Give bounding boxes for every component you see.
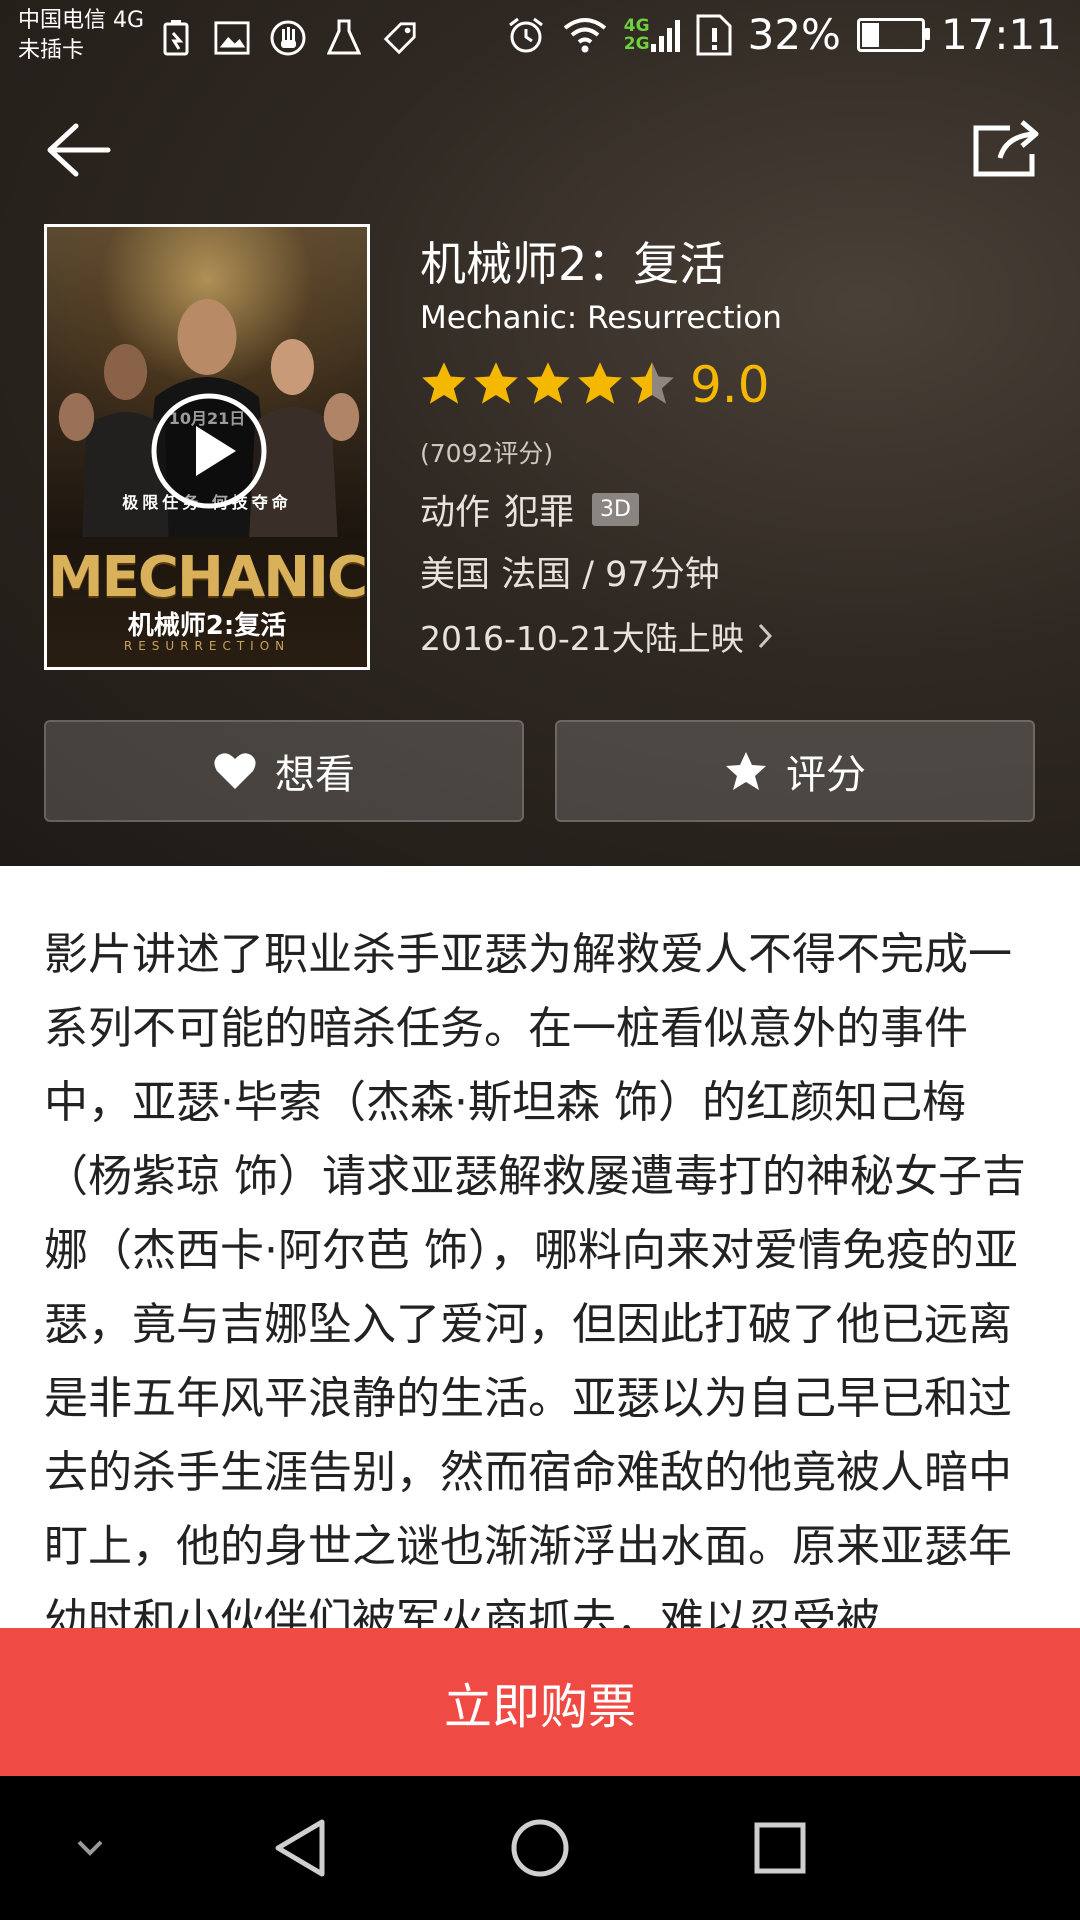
- carrier-info: 中国电信 4G 未插卡: [18, 6, 144, 66]
- chevron-down-icon: [77, 1840, 103, 1856]
- image-icon: [214, 18, 250, 58]
- movie-title-en: Mechanic: Resurrection: [420, 300, 782, 336]
- battery-icon: [856, 17, 930, 52]
- battery-saver-icon: [158, 18, 194, 58]
- recents-square-icon: [754, 1822, 806, 1874]
- rating-stars: [420, 360, 676, 406]
- poster-subtitle: 机械师2:复活: [127, 611, 287, 641]
- wifi-icon: [563, 17, 607, 52]
- notification-icons: [158, 18, 418, 58]
- share-icon: [973, 120, 1039, 177]
- back-button[interactable]: [44, 118, 114, 182]
- genre-tag: 犯罪: [504, 493, 575, 533]
- alarm-icon: [508, 17, 543, 52]
- share-button[interactable]: [970, 118, 1042, 182]
- want-to-watch-label: 想看: [275, 752, 355, 798]
- rating-star-icon: [422, 362, 466, 404]
- battery-percent: 32%: [747, 10, 841, 59]
- rating-star-icon: [578, 362, 622, 404]
- heart-icon: [214, 753, 256, 789]
- tag-icon: [382, 18, 418, 58]
- nav-recents-button[interactable]: [720, 1776, 840, 1920]
- poster-title: MECHANIC: [47, 545, 367, 610]
- rate-label: 评分: [786, 752, 866, 798]
- carrier-name: 中国电信 4G: [18, 8, 145, 33]
- buy-ticket-button[interactable]: 立即购票: [0, 1628, 1080, 1776]
- status-bar: 中国电信 4G 未插卡 4G 2G 32% 17:11: [0, 0, 1080, 80]
- play-icon: [151, 393, 267, 509]
- clock: 17:11: [940, 10, 1062, 59]
- status-indicators: 4G 2G 32% 17:11: [506, 10, 1062, 59]
- poster-resurrection: RESURRECTION: [123, 639, 291, 653]
- chevron-right-icon: [758, 623, 772, 649]
- rating-score: 9.0: [690, 356, 770, 414]
- nav-hide-button[interactable]: [30, 1776, 150, 1920]
- system-nav-bar: [0, 1776, 1080, 1920]
- movie-header: 中国电信 4G 未插卡 4G 2G 32% 17:11 极限任务 何技夺命 ME…: [0, 0, 1080, 866]
- rating-count: (7092评分): [420, 439, 554, 468]
- movie-synopsis: 影片讲述了职业杀手亚瑟为解救爱人不得不完成一系列不可能的暗杀任务。在一桩看似意外…: [44, 929, 1026, 1628]
- flask-icon: [326, 18, 362, 58]
- nav-back-icon: [275, 1819, 325, 1877]
- nav-back-button[interactable]: [240, 1776, 360, 1920]
- star-icon: [726, 752, 766, 790]
- play-trailer-button[interactable]: [150, 392, 268, 510]
- hand-icon: [270, 18, 306, 58]
- sim-status: 未插卡: [18, 38, 85, 63]
- back-arrow-icon: [47, 123, 111, 177]
- network-2g: 2G: [623, 33, 650, 54]
- region-duration: 美国 法国 / 97分钟: [420, 555, 720, 595]
- genre-list: 动作 犯罪 3D: [420, 484, 639, 535]
- rating-star-icon: [526, 362, 570, 404]
- network-type: 4G 2G: [624, 16, 680, 54]
- sim-alert-icon: [696, 14, 732, 55]
- home-circle-icon: [511, 1819, 569, 1877]
- want-to-watch-button[interactable]: 想看: [44, 720, 524, 822]
- release-date: 2016-10-21大陆上映: [420, 619, 744, 658]
- movie-title-cn: 机械师2：复活: [420, 237, 726, 291]
- format-badge: 3D: [592, 493, 639, 526]
- signal-icon: [650, 19, 680, 52]
- genre-tag: 动作: [420, 493, 491, 533]
- rating-star-icon: [474, 362, 518, 404]
- rate-button[interactable]: 评分: [555, 720, 1035, 822]
- release-date-link[interactable]: 2016-10-21大陆上映: [420, 612, 772, 660]
- network-4g: 4G: [623, 15, 650, 36]
- rating-star-icon: [630, 362, 674, 404]
- nav-home-button[interactable]: [480, 1776, 600, 1920]
